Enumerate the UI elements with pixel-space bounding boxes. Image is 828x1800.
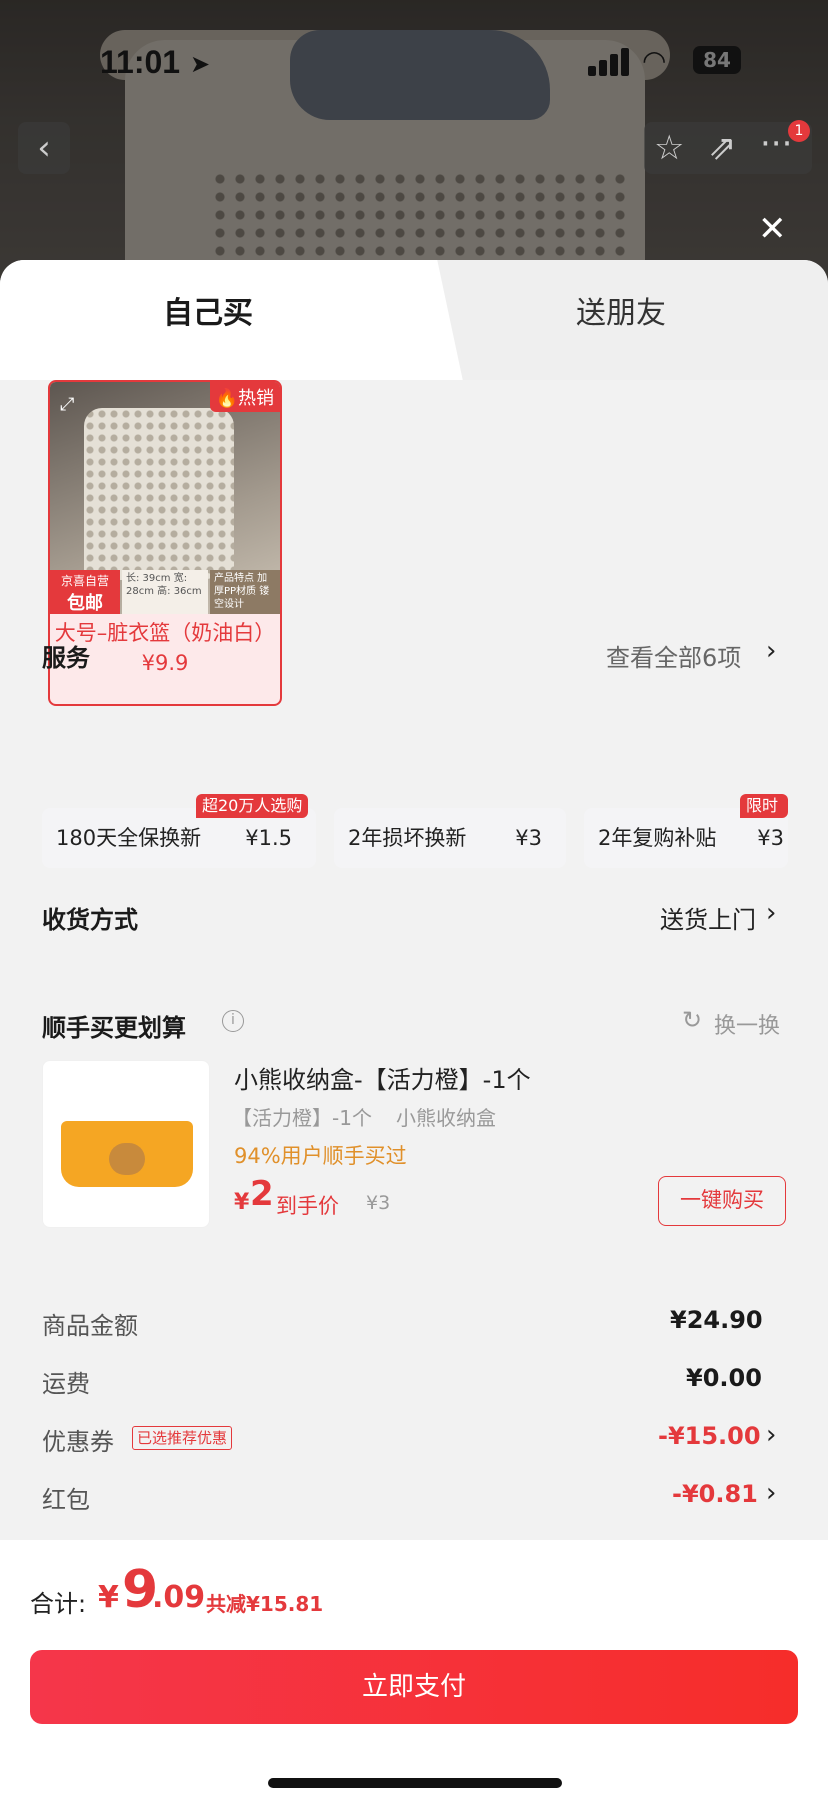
self-operated-badge: 京喜自营 包邮 <box>50 570 120 614</box>
info-icon[interactable]: i <box>222 1010 244 1032</box>
chevron-right-icon: › <box>766 636 777 666</box>
goods-amount-label: 商品金额 <box>42 1312 138 1340</box>
tab-self-buy[interactable]: 自己买 <box>0 260 420 380</box>
refresh-icon[interactable]: ↻ <box>682 1006 702 1034</box>
tab-label: 送朋友 <box>576 296 666 331</box>
red-packet-value[interactable]: -¥0.81 <box>672 1480 758 1508</box>
addon-price: 2 <box>250 1174 274 1214</box>
shipping-label: 运费 <box>42 1370 90 1398</box>
addon-variant: 【活力橙】-1个 <box>232 1106 372 1130</box>
close-icon[interactable]: ✕ <box>758 212 787 246</box>
service-name: 2年损坏换新 <box>348 826 467 850</box>
hot-badge: 🔥热销 <box>209 382 280 412</box>
addon-title: 顺手买更划算 <box>42 1014 186 1042</box>
service-tag: 限时 <box>740 794 788 818</box>
pay-now-button[interactable]: 立即支付 <box>30 1650 798 1724</box>
share-icon[interactable]: ⇗ <box>708 122 737 174</box>
total-saved: 共减¥15.81 <box>206 1592 324 1616</box>
addon-variant-category: 小熊收纳盒 <box>396 1106 496 1130</box>
addon-original-price: ¥3 <box>366 1192 391 1214</box>
tab-bar: 自己买 送朋友 <box>0 260 828 380</box>
service-option[interactable]: 2年损坏换新 ¥3 <box>334 808 566 868</box>
cellular-signal-icon <box>588 48 632 76</box>
swap-link[interactable]: 换一换 <box>714 1008 780 1040</box>
shipping-value: ¥0.00 <box>686 1364 762 1392</box>
spec-text: 长: 39cm 宽: 28cm 高: 36cm <box>122 570 208 614</box>
tab-gift[interactable]: 送朋友 <box>440 260 828 380</box>
feature-text: 产品特点 加厚PP材质 镂空设计 <box>210 570 280 614</box>
addon-price-label: 到手价 <box>276 1194 339 1218</box>
goods-amount-value: ¥24.90 <box>670 1306 763 1334</box>
addon-name: 小熊收纳盒-【活力橙】-1个 <box>234 1066 531 1094</box>
tab-label: 自己买 <box>163 296 253 331</box>
self-operated-label: 京喜自营 <box>60 574 109 588</box>
delivery-title: 收货方式 <box>42 906 138 934</box>
star-icon[interactable]: ☆ <box>654 122 684 174</box>
addon-thumbnail[interactable] <box>42 1060 210 1228</box>
service-price: ¥3 <box>515 826 542 850</box>
service-tag: 超20万人选购 <box>196 794 309 818</box>
addon-hint: 94%用户顺手买过 <box>234 1144 407 1168</box>
expand-icon[interactable]: ⤢ <box>60 394 74 415</box>
total-label: 合计: <box>30 1590 87 1618</box>
coupon-value[interactable]: -¥15.00 <box>658 1422 761 1450</box>
more-icon[interactable]: ··· <box>760 118 792 170</box>
one-click-buy-button[interactable]: 一键购买 <box>658 1176 786 1226</box>
back-button[interactable]: ‹ <box>18 122 70 174</box>
service-name: 180天全保换新 <box>56 826 202 850</box>
free-shipping-label: 包邮 <box>67 593 103 614</box>
coupon-tag: 已选推荐优惠 <box>132 1426 233 1450</box>
addon-price-symbol: ¥ <box>234 1190 250 1215</box>
view-all-services-link[interactable]: 查看全部6项 <box>606 638 741 673</box>
coupon-label: 优惠券 <box>42 1428 114 1456</box>
status-time: 11:01 <box>100 44 181 80</box>
services-title: 服务 <box>42 644 90 672</box>
nav-actions: ☆ ⇗ ··· <box>644 122 812 174</box>
back-icon: ‹ <box>37 128 51 168</box>
chevron-right-icon: › <box>766 898 777 928</box>
total-symbol: ¥ <box>98 1580 119 1615</box>
location-arrow-icon: ➤ <box>190 50 211 78</box>
status-bar: 11:01 ➤ ◠ 84 <box>0 38 828 86</box>
notification-badge: 1 <box>788 120 810 142</box>
home-indicator <box>268 1778 562 1788</box>
total-decimal: .09 <box>152 1580 206 1615</box>
battery-icon: 84 <box>693 46 741 74</box>
chevron-right-icon: › <box>766 1420 777 1450</box>
delivery-method[interactable]: 送货上门 <box>660 900 756 935</box>
chevron-right-icon: › <box>766 1478 777 1508</box>
red-packet-label: 红包 <box>42 1486 90 1514</box>
wifi-icon: ◠ <box>642 44 667 77</box>
service-name: 2年复购补贴 <box>598 826 717 850</box>
